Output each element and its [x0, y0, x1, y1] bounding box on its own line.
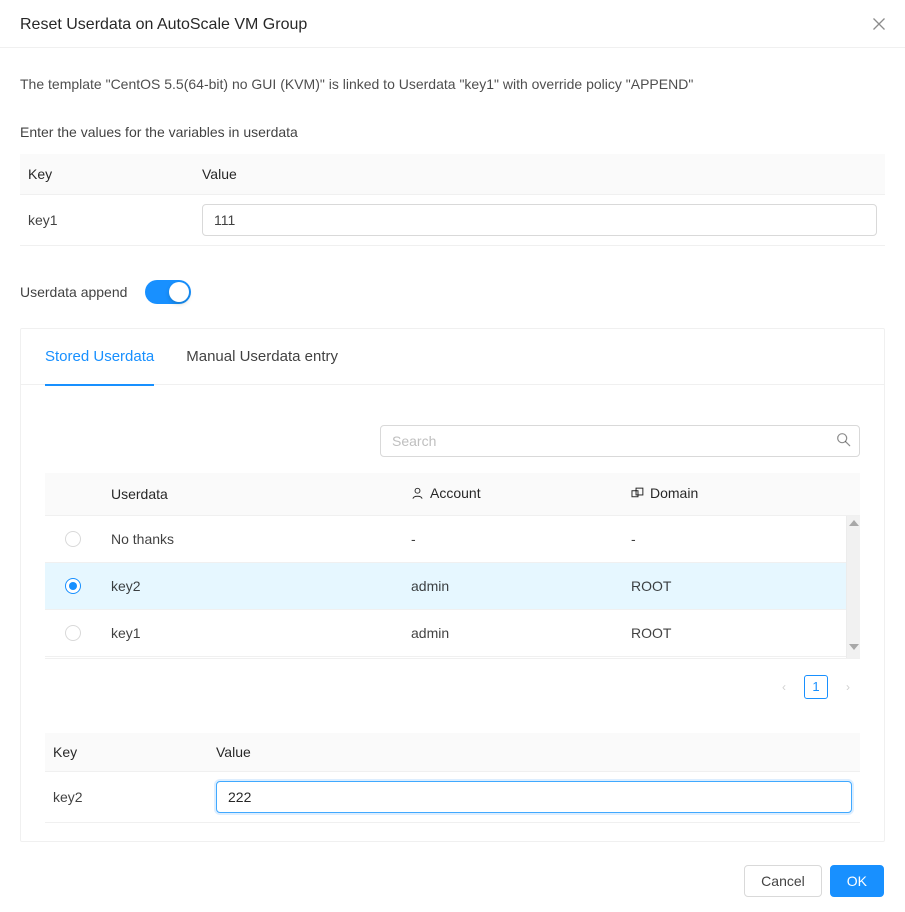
variable-value-input-key2[interactable]: [216, 781, 852, 813]
userdata-header-domain-label: Domain: [650, 485, 698, 501]
userdata-table-header-row: Userdata Account: [45, 473, 860, 516]
userdata-header-userdata: Userdata: [111, 486, 411, 502]
variables-instruction: Enter the values for the variables in us…: [20, 122, 885, 142]
stored-userdata-panel: Userdata Account: [21, 385, 884, 841]
block-icon: [631, 487, 644, 503]
table-row: key2: [45, 772, 860, 823]
selected-variables-header-key: Key: [45, 733, 208, 772]
dialog-footer: Cancel OK: [0, 850, 905, 912]
reset-userdata-dialog: Reset Userdata on AutoScale VM Group The…: [0, 0, 905, 912]
userdata-header-account-label: Account: [430, 485, 481, 501]
radio-no-thanks[interactable]: [65, 531, 81, 547]
tab-stored-userdata[interactable]: Stored Userdata: [45, 329, 154, 385]
userdata-tabs: Stored Userdata Manual Userdata entry: [21, 329, 884, 385]
userdata-header-domain: Domain: [631, 485, 851, 503]
selected-variables-row-key: key2: [45, 772, 208, 823]
row-select-cell[interactable]: [45, 531, 111, 547]
row-account: admin: [411, 625, 631, 641]
selected-variables-header-value: Value: [208, 733, 860, 772]
selected-variables-row-value-cell: [208, 772, 860, 823]
selected-variables-table: Key Value key2: [45, 733, 860, 823]
row-account: admin: [411, 578, 631, 594]
variables-row-value-cell: [194, 195, 885, 246]
userdata-append-label: Userdata append: [20, 284, 127, 300]
toggle-knob: [169, 282, 189, 302]
variables-table: Key Value key1: [20, 154, 885, 246]
row-domain: -: [631, 531, 851, 547]
dialog-body: The template "CentOS 5.5(64-bit) no GUI …: [0, 74, 905, 842]
pagination-prev-icon[interactable]: ‹: [772, 675, 796, 699]
table-row[interactable]: No thanks - -: [45, 516, 860, 563]
userdata-card: Stored Userdata Manual Userdata entry: [20, 328, 885, 842]
cancel-button[interactable]: Cancel: [744, 865, 822, 897]
userdata-table-body: No thanks - - key2 admin ROOT: [45, 516, 860, 659]
radio-key2[interactable]: [65, 578, 81, 594]
userdata-header-account: Account: [411, 485, 631, 503]
row-userdata: key1: [111, 625, 411, 641]
variables-table-header-row: Key Value: [20, 154, 885, 195]
table-row[interactable]: key2 admin ROOT: [45, 563, 860, 610]
row-select-cell[interactable]: [45, 578, 111, 594]
userdata-append-toggle[interactable]: [145, 280, 191, 304]
close-icon[interactable]: [863, 10, 895, 38]
pagination-next-icon[interactable]: ›: [836, 675, 860, 699]
row-userdata: No thanks: [111, 531, 411, 547]
userdata-table-scrollbar[interactable]: [846, 516, 860, 658]
userdata-append-row: Userdata append: [20, 280, 885, 304]
variables-header-key: Key: [20, 154, 194, 195]
variables-header-value: Value: [194, 154, 885, 195]
table-row[interactable]: key1 admin ROOT: [45, 610, 860, 657]
dialog-title: Reset Userdata on AutoScale VM Group: [20, 14, 307, 36]
row-account: -: [411, 531, 631, 547]
table-row: key1: [20, 195, 885, 246]
template-description: The template "CentOS 5.5(64-bit) no GUI …: [20, 74, 885, 94]
selected-variables-header-row: Key Value: [45, 733, 860, 772]
search-box: [380, 425, 860, 457]
scroll-up-icon[interactable]: [849, 520, 859, 530]
radio-key1[interactable]: [65, 625, 81, 641]
row-domain: ROOT: [631, 625, 851, 641]
row-select-cell[interactable]: [45, 625, 111, 641]
search-row: [45, 385, 860, 457]
user-icon: [411, 487, 424, 503]
row-userdata: key2: [111, 578, 411, 594]
pagination: ‹ 1 ›: [45, 659, 860, 707]
variables-row-key: key1: [20, 195, 194, 246]
tab-manual-userdata-entry[interactable]: Manual Userdata entry: [186, 329, 338, 385]
scroll-down-icon[interactable]: [849, 644, 859, 654]
userdata-table: Userdata Account: [45, 473, 860, 659]
ok-button[interactable]: OK: [830, 865, 884, 897]
search-input[interactable]: [380, 425, 860, 457]
dialog-header: Reset Userdata on AutoScale VM Group: [0, 0, 905, 48]
variable-value-input-key1[interactable]: [202, 204, 877, 236]
pagination-page-1[interactable]: 1: [804, 675, 828, 699]
row-domain: ROOT: [631, 578, 851, 594]
